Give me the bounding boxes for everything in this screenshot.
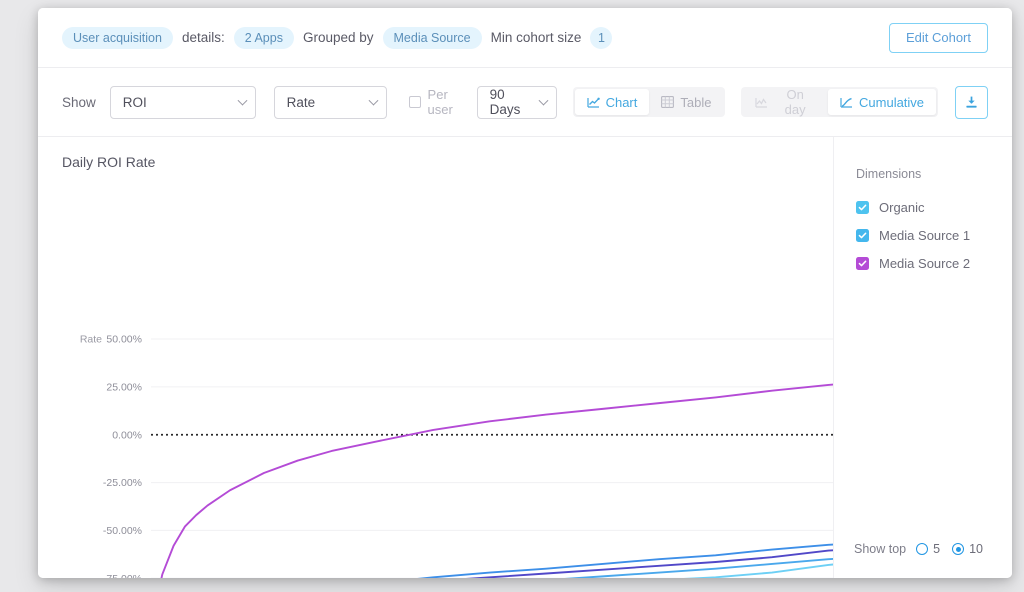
y-axis-tick-label: 0.00% — [112, 429, 142, 441]
y-axis-tick-label: -25.00% — [103, 477, 142, 489]
on-day-icon — [755, 97, 768, 108]
cohort-min-size-value[interactable]: 1 — [590, 26, 613, 49]
rate-select[interactable]: Rate — [273, 85, 387, 119]
dimension-label: Organic — [879, 199, 925, 215]
tab-table-label: Table — [680, 94, 712, 110]
view-toggle-group: Chart Table — [572, 87, 726, 117]
series-line — [683, 563, 833, 578]
y-axis-tick-label: -50.00% — [103, 525, 142, 537]
cohort-apps-pill[interactable]: 2 Apps — [233, 26, 294, 49]
cohort-entity-pill[interactable]: User acquisition — [62, 26, 173, 49]
dimension-row[interactable]: Media Source 2 — [856, 249, 970, 277]
dimension-row[interactable]: Media Source 1 — [856, 221, 970, 249]
cohort-group-pill[interactable]: Media Source — [382, 26, 482, 49]
dimension-label: Media Source 1 — [879, 227, 971, 243]
cohort-groupedby-label: Grouped by — [302, 30, 374, 45]
dimension-checkbox[interactable] — [856, 200, 869, 214]
chevron-down-icon — [538, 95, 549, 106]
aggregation-toggle-group: On day Cumulative — [741, 87, 939, 117]
show-top-options: 5 10 — [916, 542, 983, 556]
show-label: Show — [62, 94, 96, 110]
show-top-option-5[interactable]: 5 — [916, 542, 940, 556]
metric-select[interactable]: ROI — [109, 85, 256, 119]
tab-on-day[interactable]: On day — [743, 87, 828, 117]
tab-chart-view[interactable]: Chart — [574, 89, 650, 115]
download-icon — [966, 96, 977, 108]
cohort-min-size-label: Min cohort size — [490, 30, 582, 45]
roi-line-chart: 50.00%25.00%0.00%-25.00%-50.00%-75.00%-1… — [80, 334, 833, 578]
plot-container: 50.00%25.00%0.00%-25.00%-50.00%-75.00%-1… — [38, 137, 833, 578]
y-axis-title: Rate — [80, 334, 102, 346]
date-range-select[interactable]: 90 Days — [476, 85, 557, 119]
chart-controls-bar: Show ROI Rate Per user 90 Days Chart Tab… — [38, 68, 1012, 137]
chart-panel: Daily ROI Rate 50.00% 25.00% 0.00% -25.00% -… — [38, 137, 1012, 578]
show-top-option-label: 10 — [969, 542, 983, 556]
dimensions-panel: Dimensions Organic Media Source 1 Media So… — [833, 137, 1012, 578]
dimension-label: Media Source 2 — [879, 255, 971, 271]
chevron-down-icon — [368, 95, 379, 106]
tab-chart-label: Chart — [605, 94, 638, 110]
tab-on-day-label: On day — [784, 87, 806, 117]
show-top-option-10[interactable]: 10 — [952, 542, 983, 556]
rate-select-value: Rate — [286, 94, 316, 110]
cumulative-icon — [840, 97, 853, 108]
show-top-label: Show top — [854, 542, 907, 556]
tab-table-view[interactable]: Table — [649, 89, 723, 115]
series-line — [160, 383, 833, 578]
y-axis-tick-label: 50.00% — [106, 334, 142, 346]
per-user-label: Per user — [427, 87, 453, 117]
per-user-checkbox[interactable]: Per user — [408, 87, 477, 117]
y-axis-tick-label: -75.00% — [103, 573, 142, 578]
tab-cumulative-label: Cumulative — [859, 94, 925, 110]
y-axis-tick-label: 25.00% — [106, 381, 142, 393]
screenshot-root: User acquisition details: 2 Apps Grouped… — [0, 0, 1024, 592]
dimension-checkbox[interactable] — [856, 256, 869, 270]
dimensions-list: Organic Media Source 1 Media Source 2 — [856, 193, 970, 277]
metric-select-value: ROI — [122, 94, 147, 110]
cohort-details-label: details: — [181, 30, 225, 45]
show-top-option-label: 5 — [933, 542, 941, 556]
chart-icon — [586, 97, 600, 108]
download-button[interactable] — [955, 85, 988, 119]
chevron-down-icon — [237, 95, 248, 106]
show-top-control: Show top 5 10 — [854, 542, 983, 556]
date-range-value: 90 Days — [489, 87, 521, 117]
dimensions-title: Dimensions — [856, 167, 922, 181]
checkbox-box-icon — [408, 96, 421, 108]
radio-icon — [952, 543, 965, 555]
radio-icon — [916, 543, 929, 555]
table-icon — [661, 96, 675, 108]
edit-cohort-button[interactable]: Edit Cohort — [888, 22, 988, 53]
cohort-summary-bar: User acquisition details: 2 Apps Grouped… — [38, 8, 1012, 68]
report-window: User acquisition details: 2 Apps Grouped… — [38, 8, 1012, 578]
tab-cumulative[interactable]: Cumulative — [828, 89, 937, 115]
dimension-checkbox[interactable] — [856, 228, 869, 242]
dimension-row[interactable]: Organic — [856, 193, 970, 221]
